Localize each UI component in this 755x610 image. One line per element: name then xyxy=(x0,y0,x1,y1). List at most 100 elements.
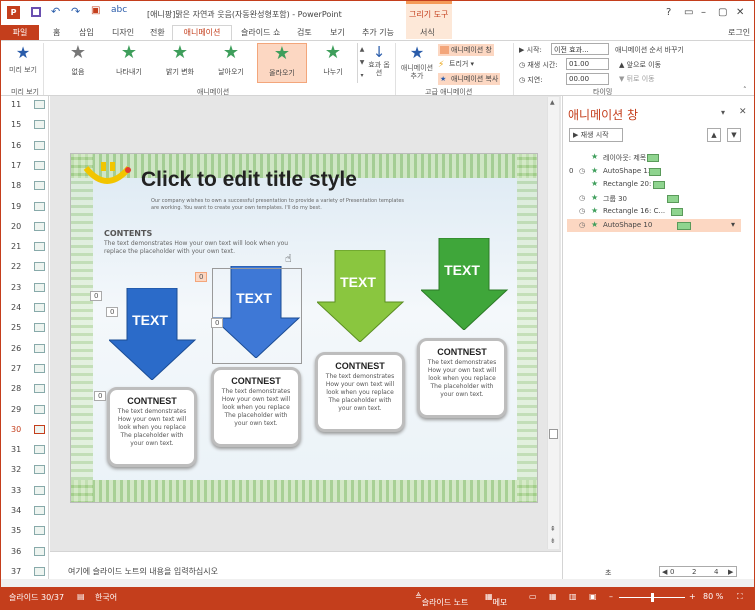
move-up-button[interactable]: ▲ xyxy=(707,128,721,142)
slide-thumbnail[interactable]: 25 xyxy=(9,319,49,339)
animation-option-1[interactable]: ★ 나타내기 xyxy=(104,43,154,83)
tab-design[interactable]: 디자인 xyxy=(112,27,134,38)
timeline-bar[interactable] xyxy=(671,208,683,217)
duration-input[interactable]: 01.00 xyxy=(566,58,609,70)
timeline-bar[interactable] xyxy=(647,154,659,162)
collapse-ribbon-icon[interactable]: ˄ xyxy=(743,86,747,94)
scroll-up-icon[interactable]: ▲ xyxy=(550,99,555,106)
animation-option-2[interactable]: ★ 밝기 변화 xyxy=(155,43,205,83)
content-card-1[interactable]: CONTNEST The text demonstrates How your o… xyxy=(107,387,197,467)
maximize-button[interactable]: ▢ xyxy=(718,7,727,18)
slide-thumbnail[interactable]: 23 xyxy=(9,279,49,299)
trigger-button[interactable]: ⚡ 트리거 ▾ xyxy=(438,59,474,70)
tab-format[interactable]: 서식 xyxy=(420,27,435,38)
slide-thumbnail[interactable]: 11 xyxy=(9,96,49,116)
slide-thumbnail[interactable]: 31 xyxy=(9,441,49,461)
animation-item[interactable]: 0 ◷ ★ AutoShape 13 xyxy=(567,165,741,178)
login-link[interactable]: 로그인 xyxy=(728,27,750,38)
slide-thumbnail[interactable]: 36 xyxy=(9,543,49,563)
notes-button[interactable]: ≜ 슬라이드 노트 xyxy=(415,592,468,607)
animation-option-0[interactable]: ★ 없음 xyxy=(53,43,103,83)
close-button[interactable]: ✕ xyxy=(736,7,744,18)
animation-option-3[interactable]: ★ 날아오기 xyxy=(206,43,256,83)
arrow-shape-3[interactable]: TEXT xyxy=(315,249,407,343)
slide-thumbnail[interactable]: 28 xyxy=(9,380,49,400)
tab-addins[interactable]: 추가 기능 xyxy=(362,27,394,38)
slide-thumbnail[interactable]: 20 xyxy=(9,218,49,238)
normal-view-icon[interactable]: ▭ xyxy=(529,592,537,601)
start-select[interactable]: 이전 효과... xyxy=(551,43,609,55)
content-card-3[interactable]: CONTNEST The text demonstrates How your o… xyxy=(315,352,405,432)
effect-options-button[interactable]: ↓ 효과 옵션 xyxy=(367,43,391,85)
zoom-slider-thumb[interactable] xyxy=(651,593,654,602)
pane-options-icon[interactable]: ▾ xyxy=(721,108,725,117)
scroll-thumb[interactable] xyxy=(549,429,558,439)
horizontal-scrollbar[interactable] xyxy=(1,579,754,587)
slide-thumbnail[interactable]: 21 xyxy=(9,238,49,258)
zoom-out-icon[interactable]: – xyxy=(609,592,613,601)
undo-icon[interactable]: ↶ xyxy=(51,5,60,18)
slide-thumbnail[interactable]: 34 xyxy=(9,502,49,522)
slide-thumbnail[interactable]: 16 xyxy=(9,137,49,157)
tab-view[interactable]: 보기 xyxy=(330,27,345,38)
pager-next-icon[interactable]: ▶ xyxy=(728,568,733,576)
animation-tag[interactable]: 0 xyxy=(211,318,224,328)
animation-item[interactable]: ★ Rectangle 20: T... xyxy=(567,178,741,191)
animation-option-4[interactable]: ★ 올라오기 xyxy=(257,43,307,83)
tab-insert[interactable]: 삽입 xyxy=(79,27,94,38)
slide-thumbnail[interactable]: 35 xyxy=(9,522,49,542)
start-show-icon[interactable]: ▣ xyxy=(91,5,100,16)
slide-thumbnail[interactable]: 17 xyxy=(9,157,49,177)
ribbon-display-icon[interactable]: ▭ xyxy=(684,7,693,18)
pane-close-icon[interactable]: ✕ xyxy=(739,107,747,117)
item-dropdown-icon[interactable]: ▾ xyxy=(731,220,735,229)
zoom-in-icon[interactable]: + xyxy=(689,592,696,601)
timeline-bar[interactable] xyxy=(667,194,679,203)
zoom-level[interactable]: 80 % xyxy=(703,592,723,601)
save-icon[interactable] xyxy=(31,7,41,17)
move-down-button[interactable]: ▼ xyxy=(727,128,741,142)
minimize-button[interactable]: – xyxy=(701,7,706,18)
tab-animations[interactable]: 애니메이션 xyxy=(172,25,232,41)
help-button[interactable]: ? xyxy=(666,7,671,18)
spelling-icon[interactable]: abc xyxy=(111,5,127,15)
animation-tag[interactable]: 0 xyxy=(94,391,107,401)
slide-thumbnail[interactable]: 24 xyxy=(9,299,49,319)
slide-thumbnail[interactable]: 30 xyxy=(9,421,49,441)
reading-view-icon[interactable]: ▥ xyxy=(569,592,577,601)
arrow-shape-1[interactable]: TEXT xyxy=(107,287,199,381)
slide-thumbnail[interactable]: 32 xyxy=(9,461,49,481)
animation-item[interactable]: ◷ ★ AutoShape 10 ▾ xyxy=(567,219,741,232)
animation-painter-button[interactable]: ★ 애니메이션 복사 xyxy=(438,73,501,85)
timeline-bar[interactable] xyxy=(653,181,665,190)
animation-item[interactable]: ◷ ★ Rectangle 16: C... xyxy=(567,205,741,218)
animation-tag[interactable]: 0 xyxy=(106,307,119,317)
timeline-bar[interactable] xyxy=(649,167,661,176)
selection-box[interactable] xyxy=(212,268,302,364)
preview-button[interactable]: ★ 미리 보기 xyxy=(7,43,39,85)
sorter-view-icon[interactable]: ▦ xyxy=(549,592,557,601)
slide-thumbnail[interactable]: 26 xyxy=(9,340,49,360)
timeline-pager[interactable]: ◀ 0 2 4 ▶ xyxy=(659,566,737,577)
timeline-bar[interactable] xyxy=(677,222,691,230)
gallery-scroll[interactable]: ▲ ▼ ▾ xyxy=(357,43,366,83)
spellcheck-icon[interactable]: ▤ xyxy=(77,592,85,601)
notes-pane[interactable]: 여기에 슬라이드 노트의 내용을 입력하십시오 xyxy=(50,551,561,579)
tab-slideshow[interactable]: 슬라이드 쇼 xyxy=(241,27,280,38)
animation-pane-button[interactable]: 애니메이션 창 xyxy=(438,44,494,56)
canvas-scrollbar[interactable]: ▲ ⇞ ⇟ xyxy=(547,97,559,549)
animation-item[interactable]: ◷ ★ 그룹 30 xyxy=(567,192,741,205)
animation-option-5[interactable]: ★ 나누기 xyxy=(308,43,358,83)
play-from-button[interactable]: ▶ 재생 시작 xyxy=(569,128,623,142)
slide-title[interactable]: Click to edit title style xyxy=(141,168,357,192)
notes-placeholder[interactable]: 여기에 슬라이드 노트의 내용을 입력하십시오 xyxy=(68,566,218,577)
slide-thumbnail[interactable]: 15 xyxy=(9,116,49,136)
memo-button[interactable]: ▦ 메모 xyxy=(485,592,507,607)
slide-thumbnail[interactable]: 33 xyxy=(9,482,49,502)
animation-tag[interactable]: 0 xyxy=(90,291,103,301)
fit-slide-icon[interactable]: ⛶ xyxy=(737,592,743,602)
tab-transitions[interactable]: 전환 xyxy=(150,27,165,38)
pager-prev-icon[interactable]: ◀ xyxy=(662,568,667,576)
animation-item[interactable]: ★ 레이아웃: 제목 xyxy=(567,151,741,164)
delay-input[interactable]: 00.00 xyxy=(566,73,609,85)
